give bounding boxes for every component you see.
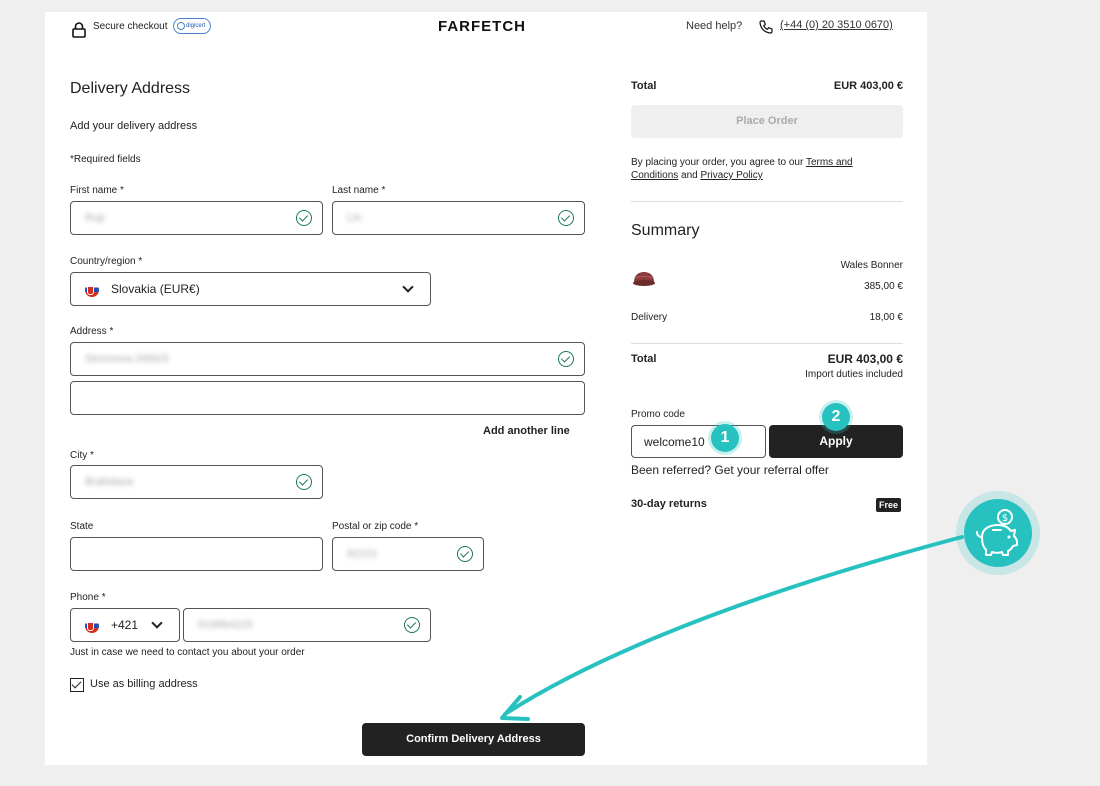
piggy-bank-icon: $ [974,507,1022,562]
annotation-arrow [500,535,964,721]
piggy-bank-badge: $ [956,491,1040,575]
svg-text:$: $ [1002,513,1008,524]
